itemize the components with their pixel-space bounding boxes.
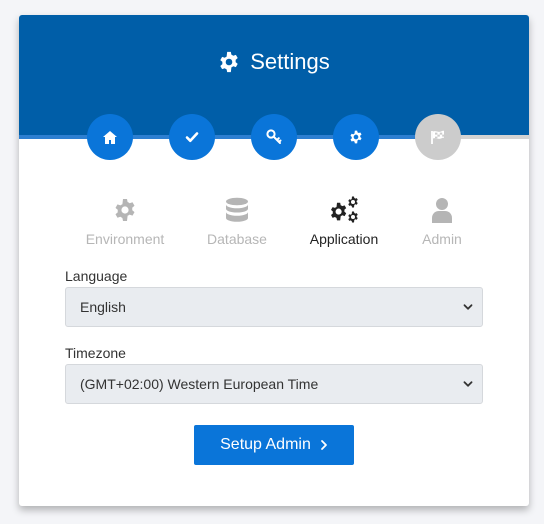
timezone-select[interactable]: (GMT+02:00) Western European Time [65, 364, 483, 404]
step-permissions[interactable] [251, 114, 297, 160]
tab-application[interactable]: Application [289, 195, 399, 251]
page-title: Settings [19, 47, 529, 77]
database-icon [226, 197, 248, 222]
checkmark-icon [185, 132, 199, 143]
timezone-select-value: (GMT+02:00) Western European Time [80, 376, 319, 392]
key-icon [266, 129, 282, 144]
chevron-right-icon [320, 440, 327, 450]
tab-environment[interactable]: Environment [70, 195, 180, 251]
home-icon [103, 130, 117, 144]
gear-icon [220, 51, 238, 73]
gears-icon [331, 196, 358, 223]
chevron-down-icon [463, 304, 473, 310]
language-select-value: English [80, 299, 126, 315]
language-label: Language [65, 268, 128, 284]
setup-admin-button[interactable]: Setup Admin [194, 425, 354, 465]
tab-database-label: Database [207, 231, 267, 247]
page-title-text: Settings [250, 49, 330, 74]
tab-database[interactable]: Database [182, 195, 292, 251]
settings-tabs: Environment Database Application Admin [19, 195, 529, 251]
gear-icon [350, 130, 362, 144]
step-settings[interactable] [333, 114, 379, 160]
setup-admin-button-label: Setup Admin [220, 436, 311, 453]
step-home[interactable] [87, 114, 133, 160]
tab-admin[interactable]: Admin [387, 195, 497, 251]
flag-icon [431, 130, 445, 144]
tab-admin-label: Admin [422, 231, 462, 247]
chevron-down-icon [463, 381, 473, 387]
step-finish[interactable] [415, 114, 461, 160]
language-select[interactable]: English [65, 287, 483, 327]
user-icon [432, 198, 452, 223]
step-requirements[interactable] [169, 114, 215, 160]
settings-card: Settings Environment Database Applicatio… [19, 15, 529, 506]
tab-application-label: Application [309, 231, 379, 247]
tab-environment-label: Environment [85, 231, 165, 247]
timezone-label: Timezone [65, 345, 126, 361]
gear-icon [115, 199, 135, 221]
